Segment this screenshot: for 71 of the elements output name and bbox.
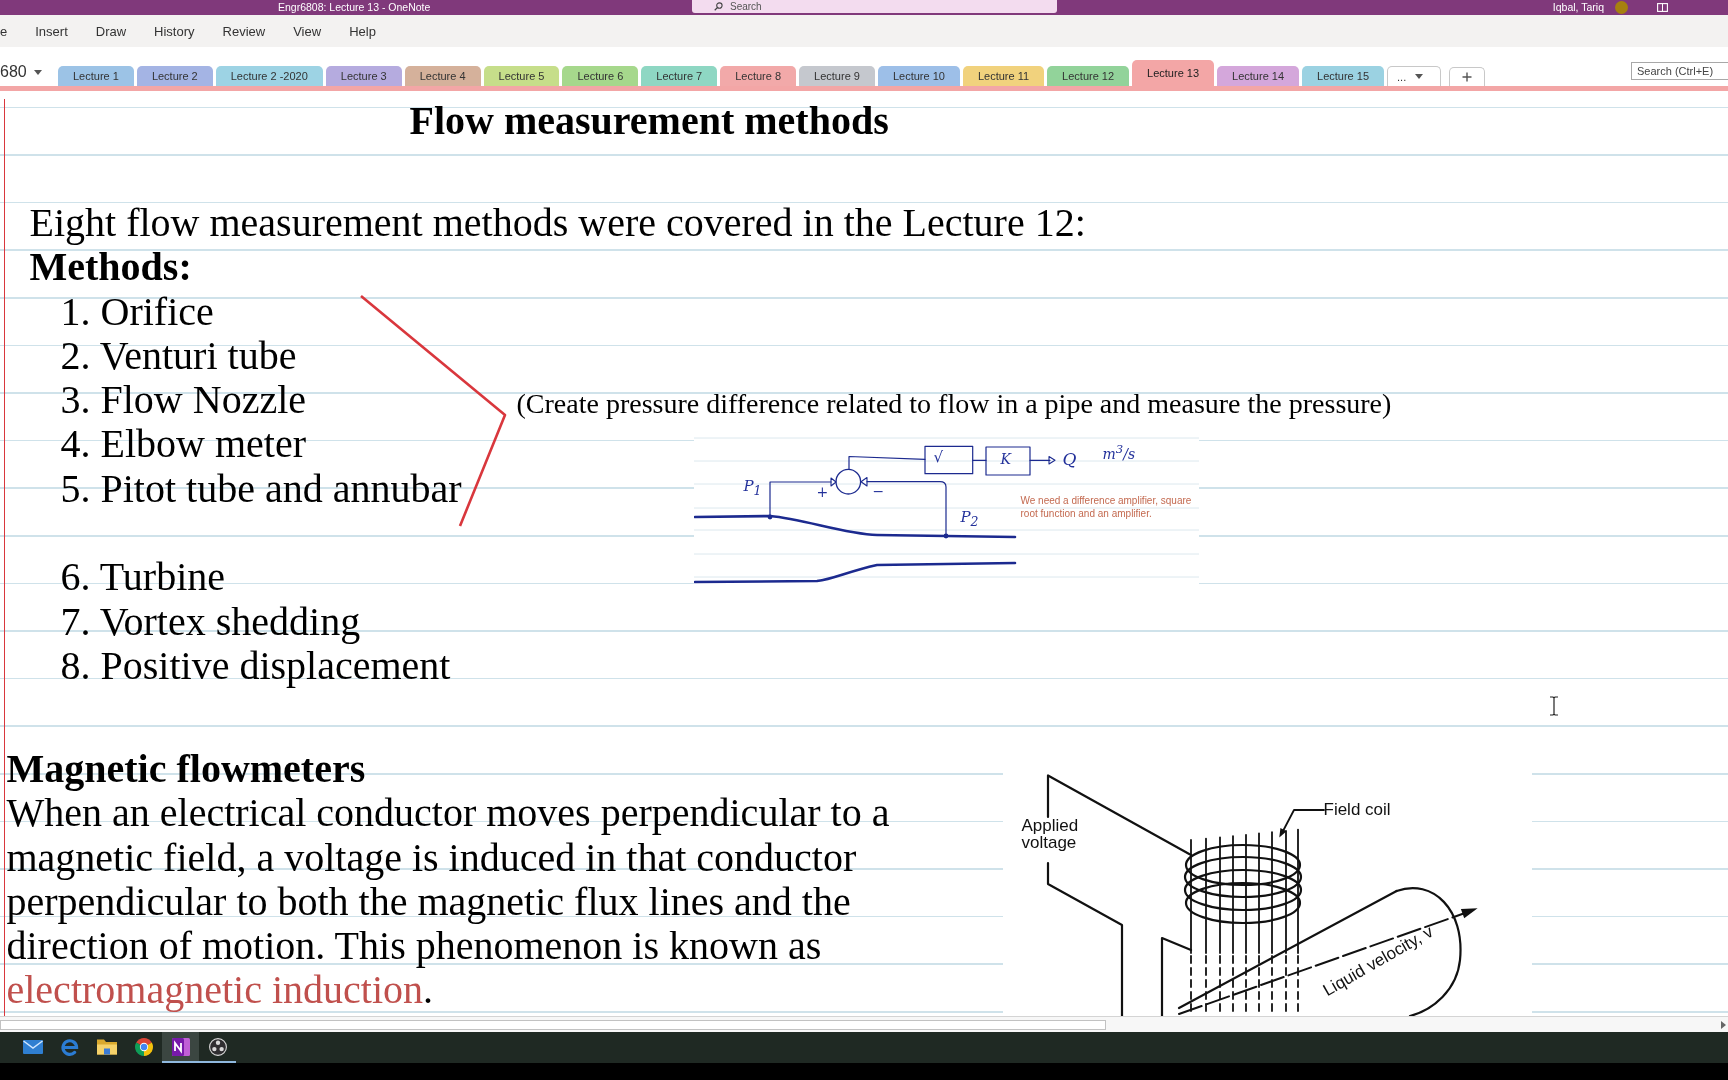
scroll-right-icon[interactable] (1721, 1020, 1726, 1029)
segmented-circle-icon (133, 1037, 154, 1056)
section-tab[interactable]: Lecture 9 (799, 66, 875, 86)
section-tab[interactable]: Lecture 13 (1132, 60, 1215, 86)
plus-icon (1462, 72, 1473, 82)
three-dot-circle-icon (207, 1037, 228, 1056)
sketch-label: m$^{3}$/s (1102, 444, 1136, 461)
list-item: 8. Positive displacement (60, 643, 451, 689)
intro-text: Eight flow measurement methods were covered in the Lecture 12: (29, 201, 1086, 246)
section-tab[interactable]: Lecture 8 (720, 66, 797, 86)
section-tab[interactable]: Lecture 7 (641, 66, 718, 86)
sketch-caption: We need a difference amplifier, square root function and an amplifier. (1020, 494, 1193, 520)
sketch-label: Q (1062, 451, 1077, 468)
section-tab[interactable]: Lecture 5 (483, 66, 560, 86)
figure-label: Applied voltage (1021, 816, 1080, 851)
section-tab[interactable]: Lecture 2 -2020 (215, 66, 323, 86)
section-tab[interactable]: Lecture 1 (58, 66, 134, 86)
caret-icon (33, 69, 42, 75)
text-cursor-icon (1549, 696, 1559, 716)
menu-item[interactable]: e (0, 23, 8, 39)
menu-item[interactable]: History (154, 23, 195, 39)
sketch-label: + (816, 485, 829, 499)
menu-item[interactable]: Insert (35, 23, 68, 39)
sketch-label: − (872, 484, 885, 498)
notebook-dropdown[interactable]: 680 (0, 61, 44, 83)
section-tab[interactable]: Lecture 11 (962, 66, 1045, 86)
section-tab[interactable]: Lecture 15 (1302, 66, 1385, 86)
add-section-button[interactable] (1449, 67, 1486, 86)
menu-item[interactable]: View (293, 23, 322, 39)
menu-item[interactable]: Review (222, 23, 266, 39)
sketch-label: √ (933, 450, 944, 465)
window-icon[interactable] (1657, 3, 1668, 12)
window-title: Engr6808: Lecture 13 - OneNote (278, 1, 431, 14)
list-item: 5. Pitot tube and annubar (60, 466, 462, 512)
horizontal-scrollbar[interactable] (0, 1016, 1728, 1032)
search-field[interactable]: Search (Ctrl+E) (1631, 62, 1728, 80)
search-icon (714, 2, 723, 11)
section-tab[interactable]: Lecture 10 (877, 66, 960, 86)
section-tab[interactable]: Lecture 3 (325, 66, 402, 86)
section-tab[interactable]: Lecture 14 (1217, 66, 1300, 86)
section-tab[interactable]: Lecture 4 (404, 66, 481, 86)
paragraph: When an electrical conductor moves perpendicular to a magnetic field, a voltage is induced in that conductor perpendicular to both the magnetic flux lines and the direction of motion. This phenomenon is known as electromagnetic induction. (6, 791, 891, 1013)
list-item: 6. Turbine (60, 555, 225, 600)
scrollbar-thumb[interactable] (0, 1019, 1106, 1030)
section-heading: Magnetic flowmeters (6, 746, 366, 792)
caret-icon (1415, 74, 1424, 79)
sketch-label: P$_{1}$ (743, 479, 762, 498)
list-item: 3. Flow Nozzle (60, 378, 306, 423)
list-item: 7. Vortex shedding (60, 599, 361, 644)
list-item: 4. Elbow meter (60, 422, 306, 467)
figure-label: Field coil (1323, 800, 1391, 818)
more-sections-button[interactable]: ... (1387, 66, 1442, 86)
envelope-icon (22, 1037, 43, 1056)
n-tile-icon (170, 1037, 191, 1056)
folder-icon (96, 1037, 117, 1056)
e-shaped-logo-icon (59, 1037, 80, 1056)
menu-item[interactable]: Draw (95, 23, 127, 39)
search-field[interactable]: Search (692, 0, 1057, 13)
menu-item[interactable]: Help (349, 23, 376, 39)
user-name[interactable]: Iqbal, Tariq (1552, 1, 1604, 14)
section-tab[interactable]: Lecture 12 (1047, 66, 1130, 86)
list-item: 2. Venturi tube (60, 333, 297, 379)
section-tab[interactable]: Lecture 6 (562, 66, 639, 86)
taskbar-button[interactable] (162, 1032, 199, 1063)
sketch-label: P$_{2}$ (960, 510, 979, 529)
list-item: 1. Orifice (60, 289, 214, 334)
note-text: (Create pressure difference related to flow in a pipe and measure the pressure) (516, 388, 1392, 420)
section-tab[interactable]: Lecture 2 (136, 66, 213, 86)
methods-heading: Methods: (29, 245, 192, 290)
page-title: Flow measurement methods (409, 99, 889, 143)
sketch-label: K (1000, 452, 1011, 466)
